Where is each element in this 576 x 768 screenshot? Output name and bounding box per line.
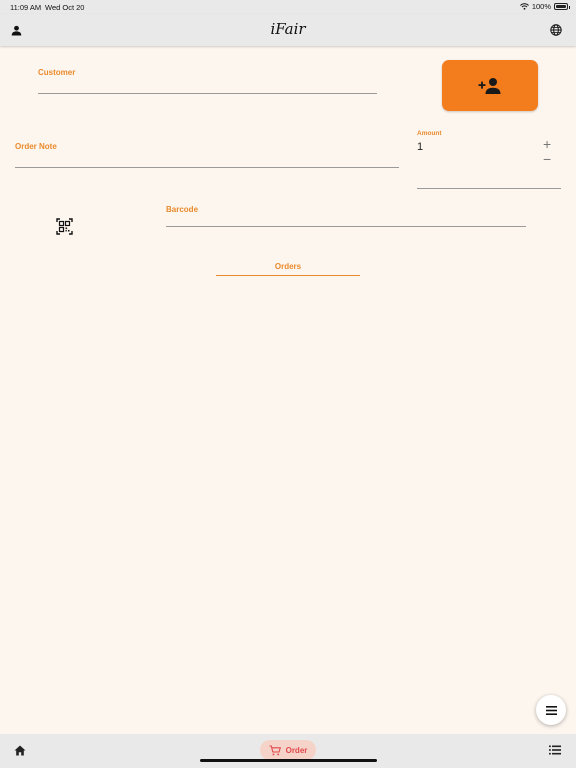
app-title: iFair [270, 20, 306, 38]
cart-icon [269, 744, 281, 755]
decrement-button[interactable]: − [543, 152, 551, 166]
order-note-label: Order Note [15, 142, 57, 151]
app-bar: iFair [0, 14, 576, 46]
list-icon[interactable] [548, 743, 562, 757]
order-note-input[interactable] [15, 167, 399, 168]
customer-label: Customer [38, 68, 76, 77]
battery-icon [554, 3, 570, 10]
status-time: 11:09 AM [10, 3, 42, 12]
home-icon[interactable] [13, 743, 27, 757]
battery-percent: 100% [531, 2, 551, 11]
qr-scan-icon[interactable] [55, 217, 73, 235]
add-customer-button[interactable] [442, 60, 538, 111]
increment-button[interactable]: + [543, 137, 551, 151]
status-right: 100% [519, 2, 570, 11]
barcode-label: Barcode [166, 205, 199, 214]
person-add-icon [478, 77, 501, 94]
status-bar: 11:09 AM Wed Oct 20 100% [0, 0, 576, 14]
amount-value[interactable]: 1 [417, 141, 423, 153]
bottom-nav: Order [0, 734, 576, 768]
nav-order-button[interactable]: Order [260, 740, 316, 760]
status-date: Wed Oct 20 [45, 3, 85, 12]
menu-icon [545, 705, 557, 715]
globe-icon[interactable] [548, 22, 564, 38]
barcode-input[interactable] [166, 226, 526, 227]
home-indicator [200, 759, 377, 762]
amount-input-underline [417, 188, 561, 189]
nav-order-label: Order [285, 745, 308, 755]
wifi-icon [519, 3, 529, 10]
amount-label: Amount [417, 130, 442, 137]
menu-fab-button[interactable] [536, 695, 566, 725]
customer-input[interactable] [38, 93, 377, 94]
tab-orders[interactable]: Orders [216, 262, 360, 276]
